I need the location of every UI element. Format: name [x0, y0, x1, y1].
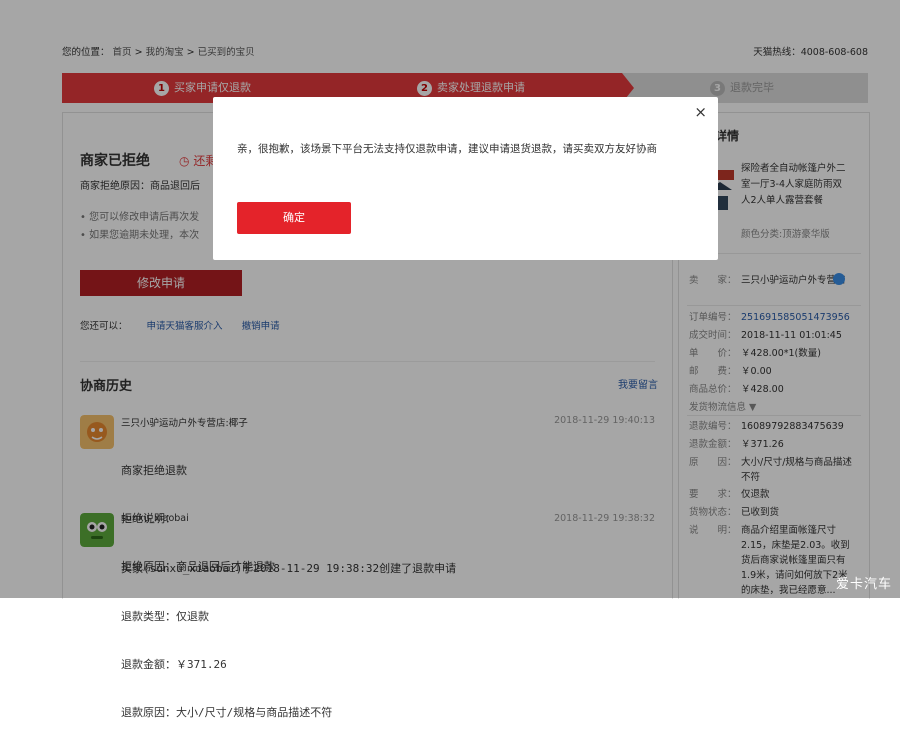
close-icon[interactable]: ×: [694, 103, 707, 121]
modal-overlay[interactable]: [0, 0, 900, 598]
refund-page: 您的位置： 首页 > 我的淘宝 > 已买到的宝贝 天猫热线：4008-608-6…: [0, 0, 900, 719]
notice-dialog: × 亲，很抱歉，该场景下平台无法支持仅退款申请，建议申请退货退款，请买卖双方友好…: [213, 97, 718, 260]
confirm-button[interactable]: 确定: [237, 202, 351, 234]
watermark: 爱卡汽车: [835, 577, 892, 592]
dialog-message: 亲，很抱歉，该场景下平台无法支持仅退款申请，建议申请退货退款，请买卖双方友好协商: [237, 143, 657, 155]
